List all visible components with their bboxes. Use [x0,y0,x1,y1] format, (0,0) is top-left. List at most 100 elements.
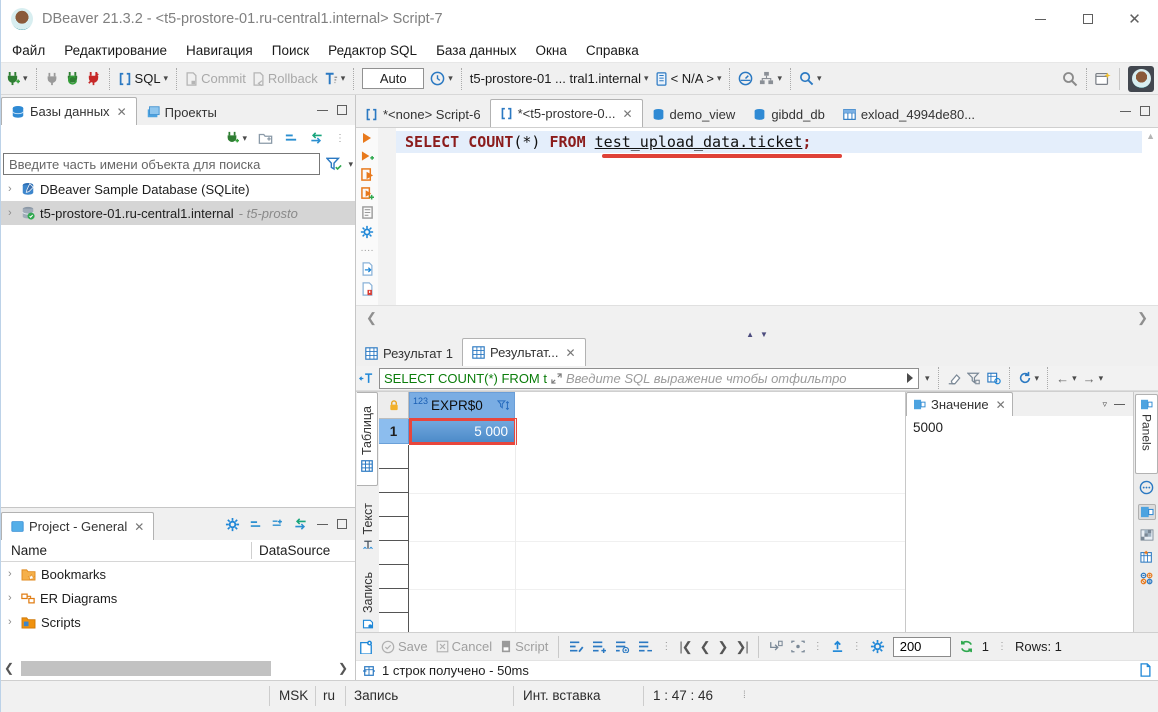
export-resultset-icon[interactable] [359,640,373,654]
execute-script-icon[interactable] [361,168,374,181]
column-header-expr0[interactable]: 123 EXPR$0 [409,392,515,419]
minimize-view-icon[interactable] [1120,111,1131,112]
view-menu-icon[interactable]: ⋮ [335,133,345,144]
filter-check-icon[interactable] [326,157,342,172]
first-row-button[interactable]: |❮ [679,639,691,655]
link-with-editor-icon[interactable] [293,518,308,530]
prev-row-button[interactable]: ❮ [700,639,710,655]
tab-project-general[interactable]: Project - General ✕ [1,512,154,540]
column-datasource[interactable]: DataSource [259,543,330,558]
maximize-view-icon[interactable] [337,519,347,529]
minimize-view-icon[interactable] [317,110,328,111]
tab-value[interactable]: Значение ✕ [906,392,1013,416]
edit-mode-indicator[interactable]: Запись [354,688,398,703]
dashboard-icon[interactable] [738,71,753,86]
value-panel-toggle-icon[interactable] [1138,504,1156,520]
cancel-button[interactable]: Cancel [436,639,492,654]
cell-value-text[interactable]: 5000 [906,416,1133,632]
tree-item-er-diagrams[interactable]: › ER Diagrams [1,586,355,610]
select-row-icon[interactable] [791,640,805,653]
maximize-button[interactable] [1064,0,1111,38]
transaction-log-button[interactable]: ▾ [324,72,346,86]
save-button[interactable]: Save [381,639,428,654]
filter-expression-box[interactable]: SELECT COUNT(*) FROM t [379,368,919,389]
connect-icon[interactable] [45,72,59,86]
tree-item-bookmarks[interactable]: › Bookmarks [1,562,355,586]
erase-filter-icon[interactable] [947,372,961,385]
chevron-right-icon[interactable]: › [8,207,16,219]
scroll-left-icon[interactable]: ❮ [1,661,17,675]
close-icon[interactable]: ✕ [134,520,144,534]
minimize-button[interactable] [1017,0,1064,38]
commit-button[interactable]: Commit [185,71,246,86]
execute-script-new-tab-icon[interactable] [361,187,374,200]
add-row-icon[interactable] [592,640,607,653]
tab-gibdd-db[interactable]: gibdd_db [744,101,834,127]
script-button[interactable]: Script [500,639,548,654]
caret-down-icon[interactable]: ▾ [348,159,353,170]
edit-cell-icon[interactable] [569,640,584,653]
sql-table-name[interactable]: test_upload_data.ticket [595,133,803,151]
tree-item-scripts[interactable]: › Scripts [1,610,355,634]
editor-horizontal-scrollbar[interactable]: ❮ ❯ [356,305,1158,330]
collapse-all-icon[interactable] [249,519,262,530]
presentation-tab-grid[interactable]: Таблица [357,392,378,486]
active-connection-combo[interactable]: t5-prostore-01 ... tral1.internal ▾ [470,71,649,86]
transaction-history-button[interactable]: ▾ [430,71,453,86]
disconnect-icon[interactable] [86,71,101,86]
chevron-right-icon[interactable]: › [8,568,16,580]
fetch-next-button[interactable]: →▾ [1083,371,1104,386]
active-catalog-combo[interactable]: < N/A > ▾ [655,71,722,86]
tab-demo-view[interactable]: demo_view [643,101,745,127]
editor-scroll-up-icon[interactable]: ▲ [1146,131,1155,141]
panels-tab[interactable]: Panels [1135,394,1158,474]
expand-all-icon[interactable] [271,518,284,530]
next-row-button[interactable]: ❯ [718,639,728,655]
menu-database[interactable]: База данных [436,43,516,58]
last-row-button[interactable]: ❯| [735,639,747,655]
menu-navigate[interactable]: Навигация [186,43,253,58]
chevron-right-icon[interactable]: › [8,616,16,628]
chevron-right-icon[interactable]: › [8,183,16,195]
metadata-panel-icon[interactable] [1140,529,1154,541]
delete-row-icon[interactable] [638,640,653,653]
column-filter-sort-icon[interactable] [497,400,511,412]
rollback-button[interactable]: Rollback [252,71,318,86]
refresh-result-button[interactable]: ▾ [1018,371,1040,385]
grouping-panel-icon[interactable] [1139,480,1154,495]
project-horizontal-scrollbar[interactable]: ❮ ❯ [1,659,355,677]
open-perspective-icon[interactable] [1095,71,1111,87]
presentation-tab-record[interactable]: Запись [357,568,378,634]
expand-filter-icon[interactable] [551,373,562,384]
nav-new-connection-button[interactable]: ▾ [225,131,247,145]
close-icon[interactable]: ✕ [566,346,576,360]
maximize-view-icon[interactable] [337,105,347,115]
close-icon[interactable]: ✕ [622,107,632,121]
tab-result-1[interactable]: Результат 1 [356,340,462,366]
execute-statement-icon[interactable] [361,132,373,144]
tree-item-t5-prostore[interactable]: › t5-prostore-01.ru-central1.internal - … [1,201,355,225]
collapse-all-icon[interactable] [284,132,298,144]
goto-row-icon[interactable] [769,640,783,653]
tree-item-sample-db[interactable]: › DBeaver Sample Database (SQLite) [1,177,355,201]
tab-projects[interactable]: Проекты [137,99,226,125]
search-metadata-button[interactable]: ▾ [799,71,822,86]
close-icon[interactable]: ✕ [117,105,127,119]
filter-history-caret-icon[interactable]: ▾ [925,373,930,384]
aggregate-panel-icon[interactable] [1140,572,1154,585]
filter-expression-input[interactable] [566,371,902,386]
result-grid[interactable]: 123 EXPR$0 1 5 000 [379,392,905,632]
selected-cell-value[interactable]: 5 000 [409,418,517,445]
chevron-right-icon[interactable]: › [8,592,16,604]
scroll-left-icon[interactable]: ❮ [366,310,377,326]
tab-result-2[interactable]: Результат... ✕ [462,338,586,366]
row-number-cell[interactable]: 1 [379,419,409,444]
refresh-green-icon[interactable] [959,640,974,653]
insert-mode-indicator[interactable]: Инт. вставка [523,688,601,703]
scrollbar-thumb[interactable] [21,661,271,676]
validate-script-icon[interactable] [361,282,374,296]
tab-script-7[interactable]: *<t5-prostore-0... ✕ [490,99,643,127]
explain-plan-icon[interactable] [361,206,374,219]
editor-results-sash[interactable]: ▲▼ [356,330,1158,338]
editor-gear-icon[interactable] [360,225,374,239]
